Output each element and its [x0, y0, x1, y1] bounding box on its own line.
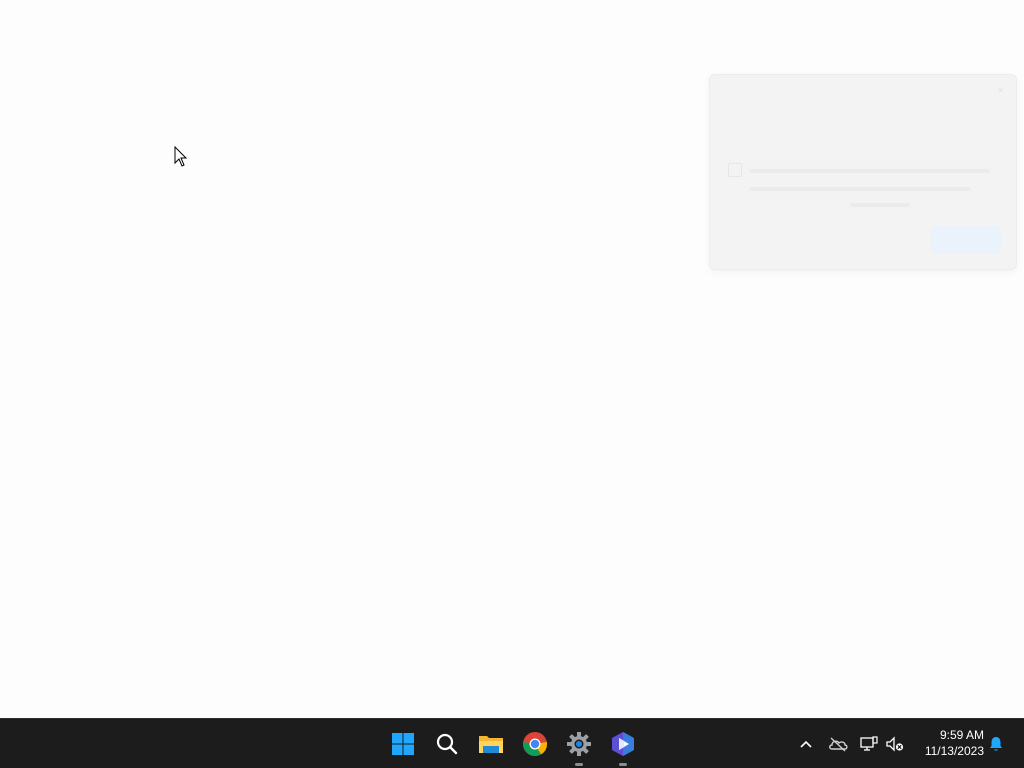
mouse-cursor-icon — [174, 146, 188, 167]
gear-icon — [567, 732, 591, 756]
network-icon — [860, 736, 878, 751]
bell-icon[interactable] — [987, 735, 1005, 753]
file-explorer-button[interactable] — [476, 727, 506, 761]
bing-copilot-button[interactable] — [608, 727, 638, 766]
chrome-icon — [523, 732, 547, 757]
onedrive-tray-button[interactable] — [828, 734, 848, 754]
clock-time: 9:59 AM — [939, 728, 984, 742]
toast-detail-line — [750, 169, 990, 173]
chrome-button[interactable] — [520, 727, 550, 761]
toast-detail-line — [850, 203, 910, 207]
toast-detail-line — [750, 187, 970, 191]
taskbar: 9:59 AM 11/13/2023 — [0, 718, 1024, 768]
notification-toast[interactable]: × — [709, 74, 1017, 270]
search-icon — [436, 733, 458, 755]
volume-tray-button[interactable] — [885, 734, 905, 754]
onedrive-offline-icon — [829, 737, 848, 752]
toast-action-button[interactable] — [931, 226, 1001, 254]
clock[interactable]: 9:59 AM 11/13/2023 — [912, 727, 984, 759]
network-tray-button[interactable] — [859, 734, 879, 754]
folder-icon — [479, 736, 503, 753]
toast-close-icon[interactable]: × — [998, 85, 1004, 97]
speaker-muted-icon — [886, 736, 904, 752]
clock-date: 11/13/2023 — [924, 744, 984, 758]
settings-button[interactable] — [564, 727, 594, 766]
toast-info-icon — [728, 163, 742, 177]
bing-icon — [612, 732, 634, 756]
show-hidden-icons-button[interactable] — [796, 734, 816, 754]
start-button[interactable] — [388, 727, 418, 761]
search-button[interactable] — [432, 727, 462, 761]
chevron-up-icon — [800, 740, 812, 748]
windows-logo-icon — [392, 733, 414, 755]
